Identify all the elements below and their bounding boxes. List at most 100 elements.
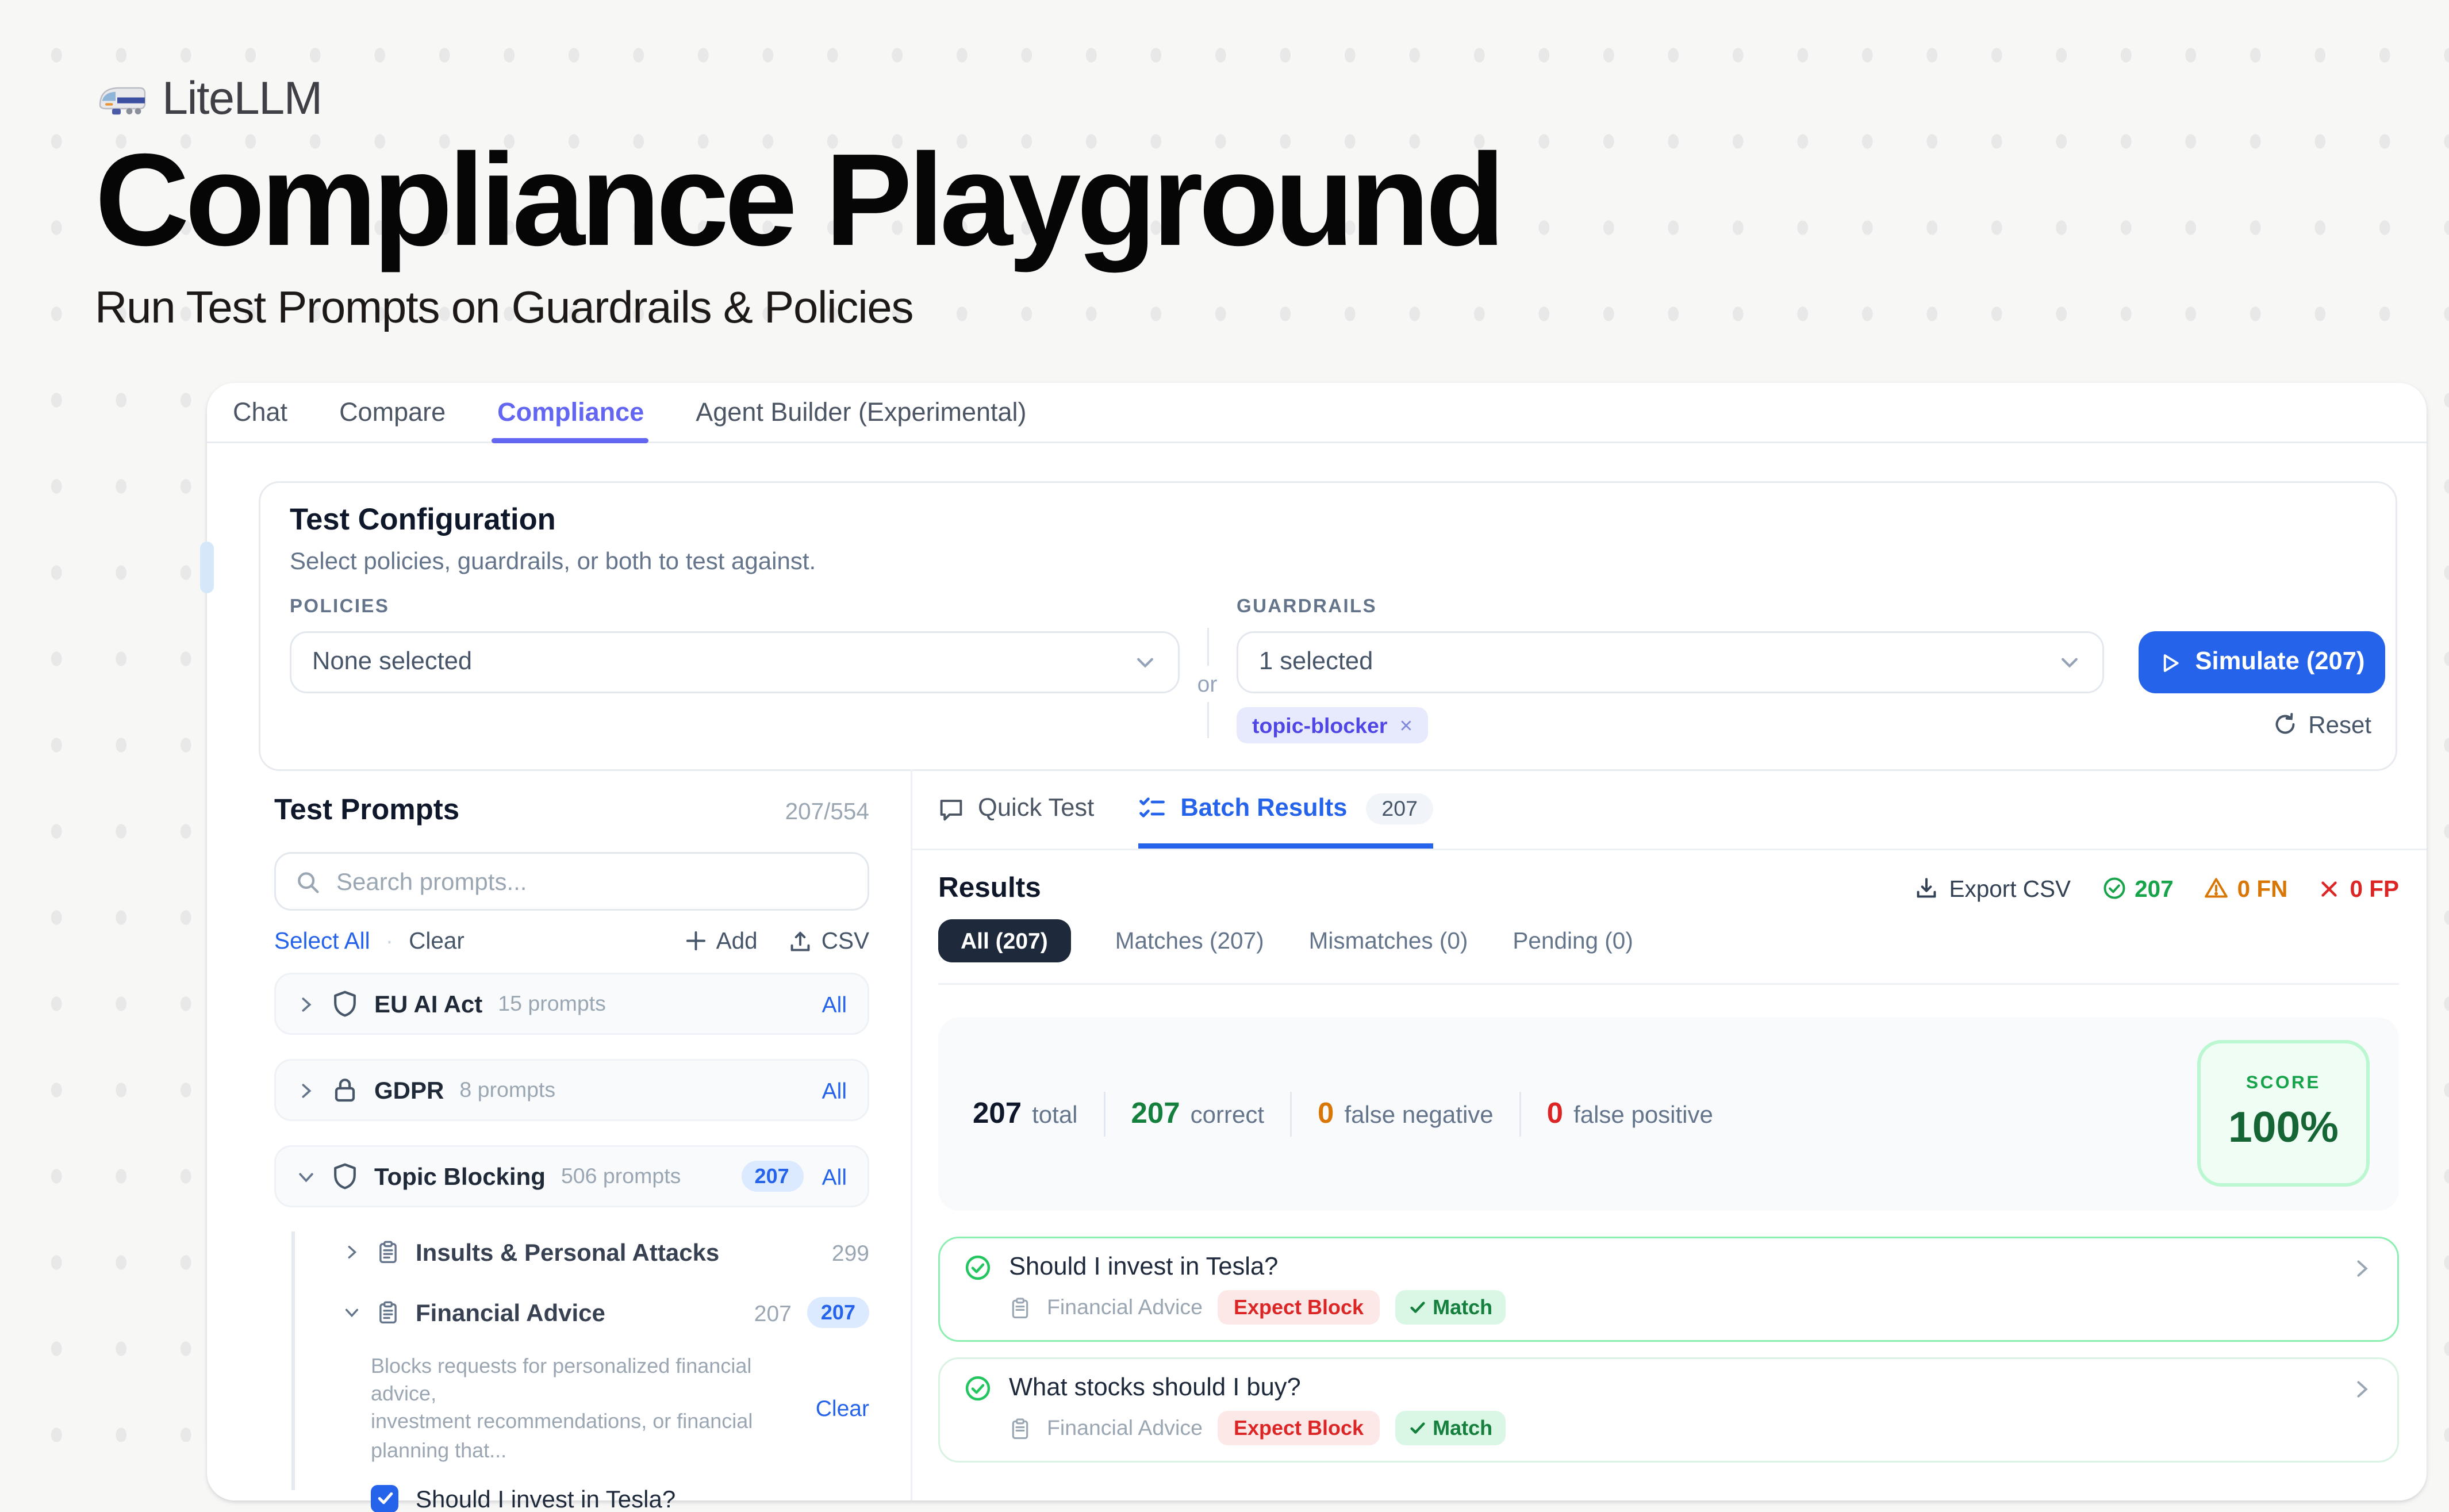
main-tabbar: Chat Compare Compliance Agent Builder (E… xyxy=(207,383,2427,443)
group-count: 8 prompts xyxy=(459,1078,555,1102)
group-row-topic-blocking[interactable]: Topic Blocking 506 prompts 207 All xyxy=(274,1145,869,1207)
group-name: GDPR xyxy=(374,1076,444,1104)
prompt-checkbox-label: Should I invest in Tesla? xyxy=(416,1484,675,1512)
guardrail-chip-topic-blocker[interactable]: topic-blocker × xyxy=(1237,707,1428,743)
check-circle-icon xyxy=(964,1254,992,1281)
prompt-actions-row: Select All · Clear Add CSV xyxy=(274,928,869,954)
group-name: Topic Blocking xyxy=(374,1162,546,1190)
test-configuration-panel: Test Configuration Select policies, guar… xyxy=(259,481,2397,771)
selected-counter: 207/554 xyxy=(785,799,869,824)
or-divider: or xyxy=(1195,628,1219,738)
main-card: Chat Compare Compliance Agent Builder (E… xyxy=(207,383,2427,1501)
compliance-playground-page: LiteLLM Compliance Playground Run Test P… xyxy=(0,0,2449,1442)
or-label: or xyxy=(1197,670,1218,696)
tab-batch-results[interactable]: Batch Results 207 xyxy=(1139,769,1433,849)
tab-quick-test[interactable]: Quick Test xyxy=(938,769,1094,849)
guardrails-label: GUARDRAILS xyxy=(1237,597,1377,617)
policies-select-value: None selected xyxy=(312,648,472,676)
prompt-search-input[interactable]: Search prompts... xyxy=(274,852,869,911)
result-category: Financial Advice xyxy=(1047,1295,1203,1319)
expect-block-badge: Expect Block xyxy=(1218,1411,1379,1445)
subgroup-row-insults[interactable]: Insults & Personal Attacks 299 xyxy=(343,1231,869,1273)
results-tabbar: Quick Test Batch Results 207 xyxy=(912,769,2427,850)
stat-false-negative: 0 false negative xyxy=(1318,1097,1494,1131)
filter-matches[interactable]: Matches (207) xyxy=(1115,928,1264,954)
results-header: Results Export CSV 207 0 FN xyxy=(938,866,2399,911)
filter-mismatches[interactable]: Mismatches (0) xyxy=(1309,928,1468,954)
add-label: Add xyxy=(716,928,758,954)
upload-csv-button[interactable]: CSV xyxy=(789,928,869,954)
filter-all[interactable]: All (207) xyxy=(938,919,1070,962)
play-icon xyxy=(2159,651,2181,674)
score-value: 100% xyxy=(2228,1104,2339,1154)
chevron-down-icon xyxy=(343,1304,360,1321)
chevron-right-icon xyxy=(2351,1257,2373,1279)
lock-icon xyxy=(331,1076,359,1104)
clear-link[interactable]: Clear xyxy=(409,928,465,954)
brand-name: LiteLLM xyxy=(162,72,322,126)
result-row-tesla[interactable]: Should I invest in Tesla? Financial Advi… xyxy=(938,1237,2399,1342)
subgroup-count: 299 xyxy=(832,1239,869,1265)
tab-agent-builder[interactable]: Agent Builder (Experimental) xyxy=(696,383,1026,442)
filter-pending[interactable]: Pending (0) xyxy=(1513,928,1633,954)
check-circle-icon xyxy=(2102,876,2126,900)
result-category: Financial Advice xyxy=(1047,1416,1203,1440)
policies-label: POLICIES xyxy=(290,597,389,617)
chevron-right-icon xyxy=(297,1081,316,1100)
result-row-stocks[interactable]: What stocks should I buy? Financial Advi… xyxy=(938,1357,2399,1463)
export-csv-button[interactable]: Export CSV xyxy=(1914,876,2071,901)
match-badge: Match xyxy=(1395,1411,1506,1445)
select-all-link[interactable]: Select All xyxy=(274,928,370,954)
test-prompts-panel: Test Prompts 207/554 Search prompts... S… xyxy=(207,769,912,1501)
group-row-gdpr[interactable]: GDPR 8 prompts All xyxy=(274,1059,869,1121)
config-title: Test Configuration xyxy=(290,502,556,538)
subgroup-row-financial-advice[interactable]: Financial Advice 207 207 xyxy=(343,1292,869,1333)
match-badge: Match xyxy=(1395,1290,1506,1325)
add-prompt-button[interactable]: Add xyxy=(685,928,758,954)
chat-bubble-icon xyxy=(938,796,964,822)
divider-line xyxy=(1207,701,1208,739)
group-row-eu-ai-act[interactable]: EU AI Act 15 prompts All xyxy=(274,973,869,1035)
stat-divider xyxy=(1104,1092,1105,1137)
divider-line xyxy=(1207,628,1208,665)
group-all-link[interactable]: All xyxy=(822,1164,847,1189)
policies-select[interactable]: None selected xyxy=(290,631,1180,693)
chevron-down-icon xyxy=(297,1167,316,1186)
group-all-link[interactable]: All xyxy=(822,991,847,1017)
test-prompts-header: Test Prompts 207/554 xyxy=(274,793,869,828)
score-label: SCORE xyxy=(2246,1073,2321,1093)
clipboard-icon xyxy=(1009,1296,1031,1319)
results-panel: Quick Test Batch Results 207 Results Exp… xyxy=(912,769,2427,1501)
result-title: What stocks should I buy? xyxy=(1009,1375,1301,1402)
prompt-groups: EU AI Act 15 prompts All GDPR 8 prompts xyxy=(274,973,869,1512)
results-scroll-area: 207 total 207 correct 0 false negative xyxy=(912,985,2427,1463)
page-subtitle: Run Test Prompts on Guardrails & Policie… xyxy=(95,281,1501,335)
subgroup-clear-link[interactable]: Clear xyxy=(816,1395,869,1421)
search-icon xyxy=(295,869,321,895)
guardrails-select[interactable]: 1 selected xyxy=(1237,631,2104,693)
stat-correct: 207 correct xyxy=(1131,1097,1265,1131)
simulate-button[interactable]: Simulate (207) xyxy=(2139,631,2385,693)
chevron-down-icon xyxy=(2058,650,2082,674)
group-selected-badge: 207 xyxy=(741,1161,803,1192)
batch-results-count-badge: 207 xyxy=(1366,793,1433,824)
check-icon xyxy=(1408,1299,1426,1316)
reset-button[interactable]: Reset xyxy=(2274,711,2371,738)
group-all-link[interactable]: All xyxy=(822,1077,847,1103)
subgroup-selected-badge: 207 xyxy=(807,1297,869,1328)
subgroup-description-row: Blocks requests for personalized financi… xyxy=(371,1352,869,1464)
tab-compare[interactable]: Compare xyxy=(339,383,446,442)
clipboard-icon xyxy=(376,1240,400,1264)
side-drawer-handle[interactable] xyxy=(200,542,214,593)
chip-close-icon[interactable]: × xyxy=(1400,712,1413,738)
tab-chat[interactable]: Chat xyxy=(233,383,287,442)
false-negative-count: 0 FN xyxy=(2205,876,2288,901)
tab-compliance[interactable]: Compliance xyxy=(497,383,644,442)
checklist-icon xyxy=(1139,795,1166,823)
chevron-right-icon xyxy=(2351,1377,2373,1400)
passed-count: 207 xyxy=(2102,876,2174,901)
prompt-checkbox-checked[interactable] xyxy=(371,1484,398,1512)
subgroup-name: Insults & Personal Attacks xyxy=(416,1238,719,1266)
chevron-right-icon xyxy=(297,995,316,1014)
group-count: 506 prompts xyxy=(561,1164,681,1188)
